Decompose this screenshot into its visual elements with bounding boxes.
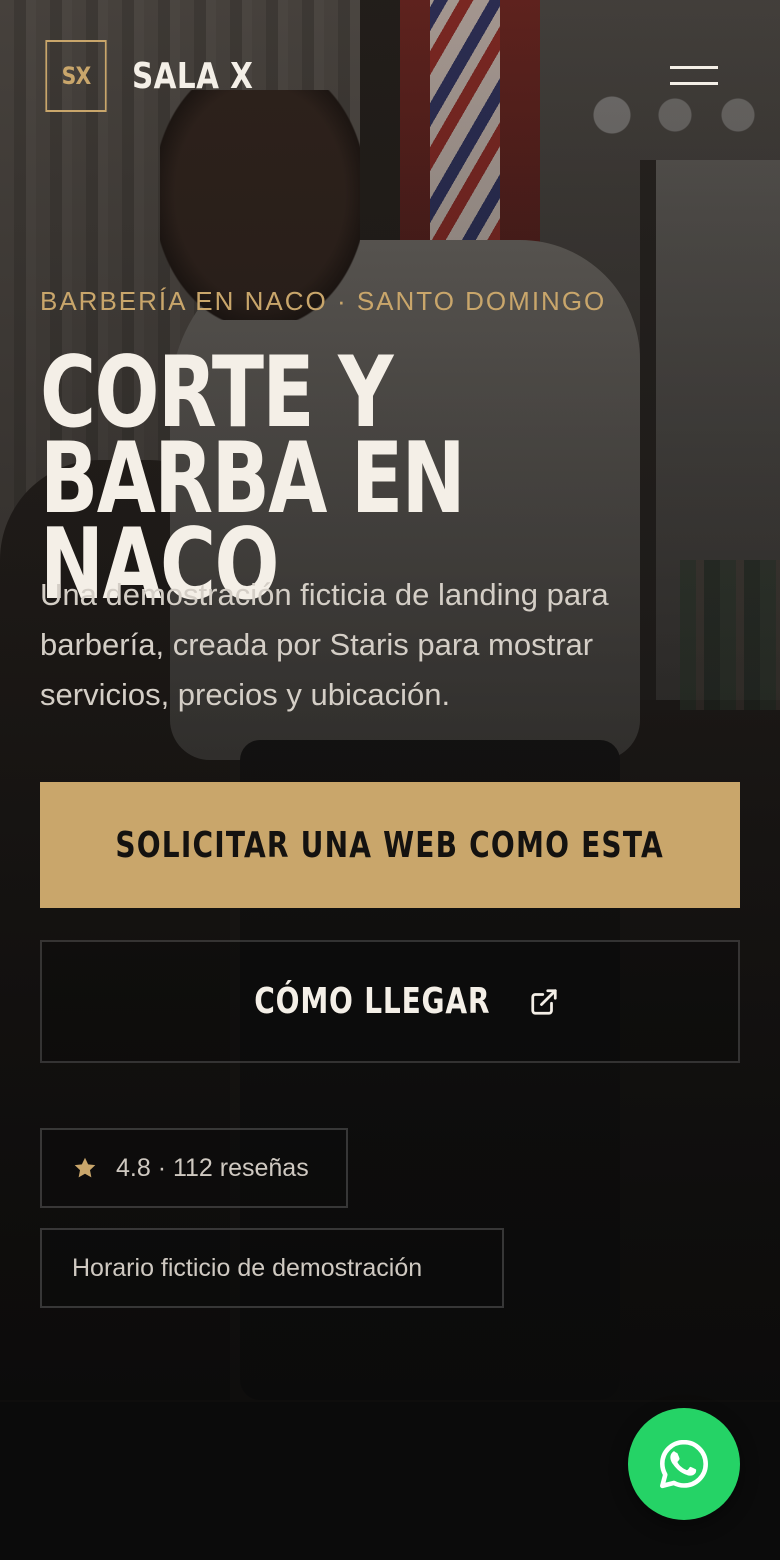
directions-label: CÓMO LLEGAR [253,981,491,1022]
rating-badge: 4.8 · 112 reseñas [40,1128,348,1208]
rating-text: 4.8 · 112 reseñas [116,1153,309,1182]
brand-logo[interactable]: SX SALA X [40,40,280,112]
whatsapp-icon [660,1439,708,1489]
hero-kicker: BARBERÍA EN NACO · SANTO DOMINGO [40,286,607,316]
logo-monogram: SX [45,40,107,112]
star-icon [74,1157,96,1178]
hours-text: Horario ficticio de demostración [72,1253,423,1282]
directions-button[interactable]: CÓMO LLEGAR [40,940,740,1063]
external-link-icon [531,988,557,1015]
hamburger-menu-icon[interactable] [670,62,720,90]
request-website-label: SOLICITAR UNA WEB COMO ESTA [115,824,665,866]
hero-section: SX SALA X BARBERÍA EN NACO · SANTO DOMIN… [0,0,780,1402]
brand-name: SALA X [132,55,254,97]
request-website-button[interactable]: SOLICITAR UNA WEB COMO ESTA [40,782,740,908]
hours-badge: Horario ficticio de demostración [40,1228,504,1308]
whatsapp-button[interactable] [628,1408,740,1520]
hero-description: Una demostración ficticia de landing par… [40,577,609,712]
